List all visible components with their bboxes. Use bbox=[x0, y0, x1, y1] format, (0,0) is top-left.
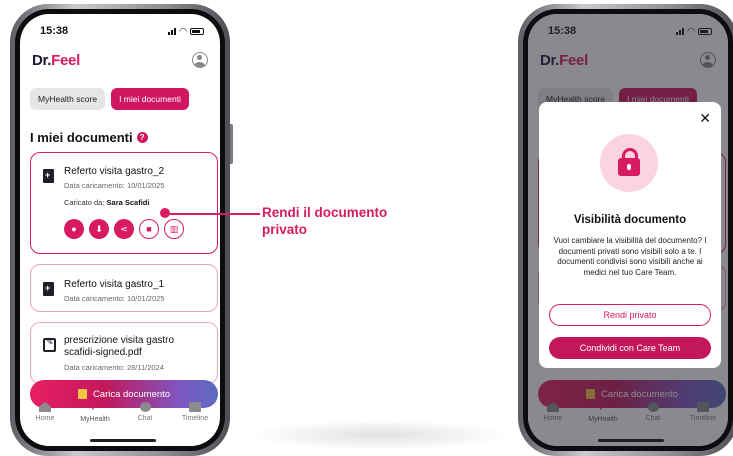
bottom-nav: Home MyHealth Chat Timeline bbox=[20, 392, 220, 432]
help-icon[interactable]: ? bbox=[136, 132, 148, 143]
annotation-text: Rendi il documento privato bbox=[262, 205, 388, 237]
phone-right: 15:38 ◠ Dr.Feel MyHealth score I miei do… bbox=[518, 4, 733, 456]
home-indicator bbox=[598, 439, 664, 442]
nav-chat[interactable]: Chat bbox=[125, 402, 165, 422]
tab-myhealth-score[interactable]: MyHealth score bbox=[30, 88, 106, 110]
document-card[interactable]: prescrizione visita gastro scafidi-signe… bbox=[30, 322, 218, 384]
section-title-text: I miei documenti bbox=[30, 130, 133, 145]
lock-badge bbox=[600, 134, 658, 192]
annotation-dot bbox=[160, 208, 170, 218]
app-header: Dr.Feel bbox=[32, 48, 208, 72]
document-title: prescrizione visita gastro scafidi-signe… bbox=[64, 335, 175, 358]
status-bar: 15:38 ◠ bbox=[40, 24, 204, 38]
home-icon bbox=[39, 402, 51, 412]
signal-icon bbox=[168, 27, 177, 35]
lock-icon[interactable]: ■ bbox=[139, 219, 159, 239]
lock-icon bbox=[618, 148, 640, 176]
phone-screen: 15:38 ◠ Dr.Feel MyHealth score I miei do… bbox=[528, 14, 728, 446]
document-add-icon bbox=[43, 169, 54, 183]
profile-avatar-icon[interactable] bbox=[192, 52, 208, 68]
document-edit-icon bbox=[43, 337, 56, 352]
document-actions: ● ⬇ ⋖ ■ ▥ bbox=[64, 219, 184, 239]
section-title: I miei documenti ? bbox=[30, 130, 148, 145]
document-title: Referto visita gastro_1 bbox=[64, 279, 165, 290]
close-icon[interactable]: ✕ bbox=[699, 110, 711, 127]
mockup-stage: 15:38 ◠ Dr.Feel MyHealth score I miei do… bbox=[0, 0, 733, 456]
wifi-icon: ◠ bbox=[179, 25, 187, 36]
modal-title: Visibilità documento bbox=[573, 214, 687, 226]
phone-screen: 15:38 ◠ Dr.Feel MyHealth score I miei do… bbox=[20, 14, 220, 446]
nav-myhealth[interactable]: MyHealth bbox=[75, 397, 115, 423]
document-date: Data caricamento: 10/01/2025 bbox=[64, 181, 165, 190]
trash-icon[interactable]: ▥ bbox=[164, 219, 184, 239]
share-care-team-button[interactable]: Condividi con Care Team bbox=[549, 337, 711, 359]
eye-icon[interactable]: ● bbox=[64, 219, 84, 239]
annotation-line bbox=[170, 213, 260, 215]
heart-icon bbox=[89, 397, 101, 413]
floor-shadow bbox=[250, 420, 510, 450]
timeline-icon bbox=[189, 402, 201, 412]
nav-home[interactable]: Home bbox=[25, 402, 65, 422]
document-card[interactable]: Referto visita gastro_1 Data caricamento… bbox=[30, 264, 218, 312]
modal-description: Vuoi cambiare la visibilità del document… bbox=[553, 236, 707, 277]
phone-left: 15:38 ◠ Dr.Feel MyHealth score I miei do… bbox=[10, 4, 233, 456]
home-indicator bbox=[90, 439, 156, 442]
chat-icon bbox=[139, 402, 151, 412]
app-logo[interactable]: Dr.Feel bbox=[32, 52, 80, 69]
nav-timeline[interactable]: Timeline bbox=[175, 402, 215, 422]
phone-bezel: 15:38 ◠ Dr.Feel MyHealth score I miei do… bbox=[523, 9, 733, 451]
document-title: Referto visita gastro_2 bbox=[64, 166, 165, 177]
document-date: Data caricamento: 28/11/2024 bbox=[64, 363, 164, 372]
make-private-button[interactable]: Rendi privato bbox=[549, 304, 711, 326]
tab-bar: MyHealth score I miei documenti bbox=[30, 88, 189, 110]
phone-side-button bbox=[230, 124, 233, 164]
document-date: Data caricamento: 10/01/2025 bbox=[64, 294, 165, 303]
battery-icon bbox=[190, 27, 204, 35]
document-add-icon bbox=[43, 282, 54, 296]
system-icons: ◠ bbox=[168, 26, 204, 37]
phone-bezel: 15:38 ◠ Dr.Feel MyHealth score I miei do… bbox=[15, 9, 225, 451]
tab-my-documents[interactable]: I miei documenti bbox=[111, 88, 189, 110]
document-uploader: Caricato da: Sara Scafidi bbox=[64, 198, 150, 207]
visibility-modal: ✕ Visibilità documento Vuoi cambiare la … bbox=[539, 102, 721, 368]
download-icon[interactable]: ⬇ bbox=[89, 219, 109, 239]
document-card[interactable]: Referto visita gastro_2 Data caricamento… bbox=[30, 152, 218, 254]
status-time: 15:38 bbox=[40, 25, 69, 37]
share-icon[interactable]: ⋖ bbox=[114, 219, 134, 239]
